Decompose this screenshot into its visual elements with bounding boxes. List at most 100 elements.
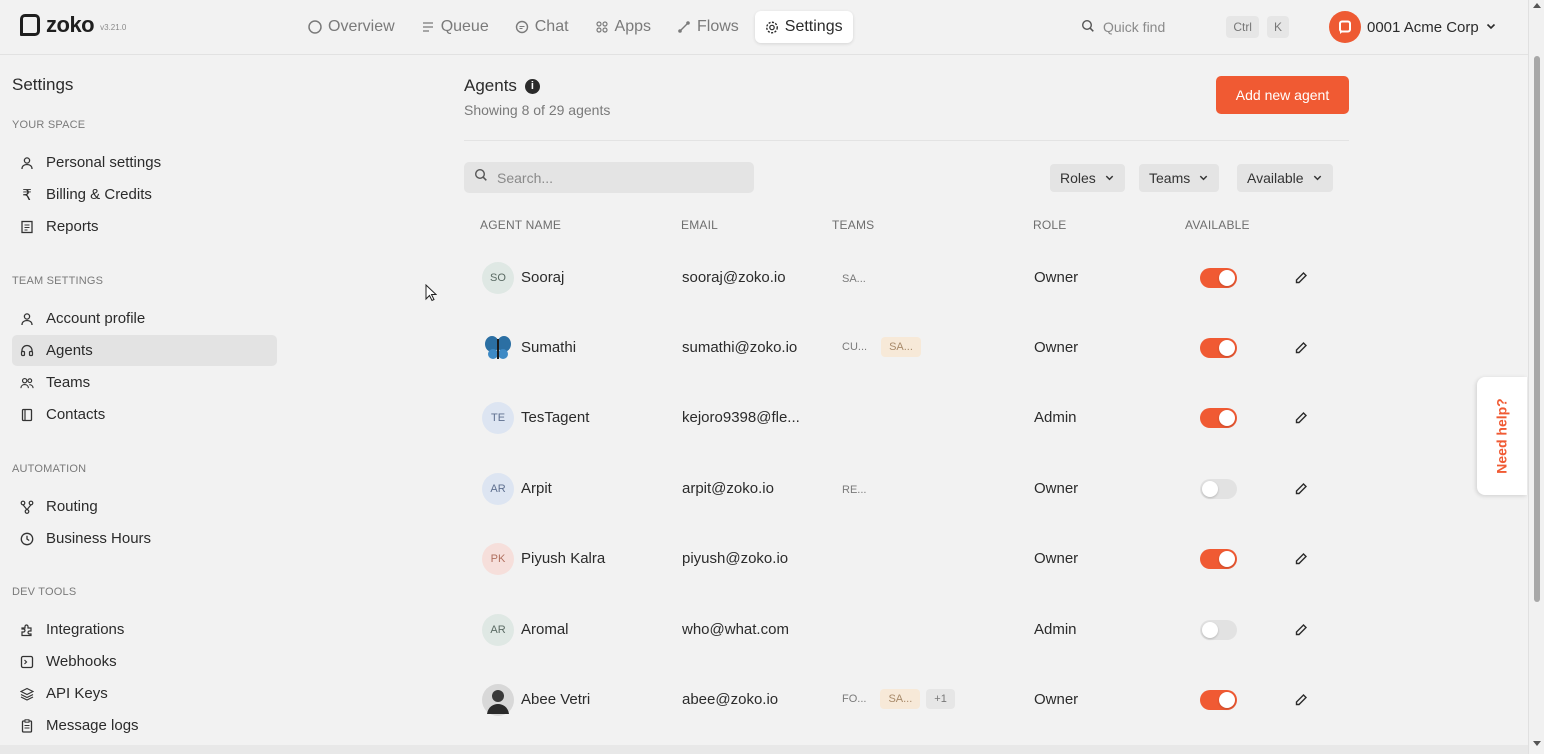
availability-toggle[interactable] [1200, 690, 1237, 710]
nav-apps[interactable]: Apps [585, 11, 661, 43]
photo-avatar [482, 684, 514, 716]
need-help-label: Need help? [1494, 398, 1510, 474]
sidebar-item-personal-settings[interactable]: Personal settings [12, 147, 277, 178]
horizontal-scrollbar[interactable] [0, 745, 1528, 754]
account-switcher[interactable]: 0001 Acme Corp [1329, 11, 1497, 43]
table-row[interactable]: AR Aromal who@what.com Admin [480, 614, 1349, 684]
team-chip: SA... [842, 273, 866, 285]
sidebar-item-integrations[interactable]: Integrations [12, 614, 277, 645]
add-new-agent-button[interactable]: Add new agent [1216, 76, 1349, 114]
table-row[interactable]: AR Arpit arpit@zoko.io RE... Owner [480, 473, 1349, 543]
sidebar-item-agents[interactable]: Agents [12, 335, 277, 366]
pencil-icon[interactable] [1293, 340, 1309, 356]
search-input[interactable] [497, 169, 737, 186]
pencil-icon[interactable] [1293, 410, 1309, 426]
sidebar-item-label: Personal settings [46, 154, 162, 171]
nav-queue-label: Queue [440, 18, 489, 35]
agent-role: Owner [1034, 480, 1079, 497]
quick-find[interactable]: Quick find Ctrl K [1071, 12, 1289, 42]
table-row[interactable]: SO Sooraj sooraj@zoko.io SA... Owner [480, 262, 1349, 332]
agent-search[interactable] [464, 162, 754, 193]
agent-email: piyush@zoko.io [682, 550, 789, 567]
table-row[interactable]: TE TesTagent kejoro9398@fle... Admin [480, 402, 1349, 472]
sidebar-item-contacts[interactable]: Contacts [12, 399, 277, 430]
agent-name: Aromal [521, 621, 569, 638]
availability-toggle[interactable] [1200, 338, 1237, 358]
agents-count: Showing 8 of 29 agents [464, 102, 611, 118]
pencil-icon[interactable] [1293, 481, 1309, 497]
sidebar-item-account-profile[interactable]: Account profile [12, 303, 277, 334]
sidebar-item-business-hours[interactable]: Business Hours [12, 523, 277, 554]
section-automation: AUTOMATION [12, 463, 87, 475]
availability-toggle[interactable] [1200, 549, 1237, 569]
account-avatar [1329, 11, 1361, 43]
brand-logo[interactable]: zoko v3.21.0 [20, 14, 126, 36]
nav-flows[interactable]: Flows [667, 11, 749, 43]
column-header-agent-name[interactable]: AGENT NAME [480, 218, 561, 232]
pencil-icon[interactable] [1293, 622, 1309, 638]
availability-toggle[interactable] [1200, 620, 1237, 640]
availability-toggle[interactable] [1200, 268, 1237, 288]
agent-role: Owner [1034, 691, 1079, 708]
column-header-available[interactable]: AVAILABLE [1185, 218, 1250, 232]
scroll-down-icon[interactable] [1533, 741, 1541, 746]
brand-version: v3.21.0 [100, 23, 127, 32]
sidebar-item-billing[interactable]: ₹ Billing & Credits [12, 179, 277, 210]
scroll-thumb[interactable] [1534, 56, 1540, 602]
sidebar-item-label: Account profile [46, 310, 146, 327]
vertical-scrollbar[interactable] [1528, 0, 1544, 754]
column-header-role[interactable]: ROLE [1033, 218, 1066, 232]
sidebar-item-routing[interactable]: Routing [12, 491, 277, 522]
roles-filter[interactable]: Roles [1050, 164, 1125, 192]
sidebar-item-label: Teams [46, 374, 91, 391]
nav-apps-label: Apps [614, 18, 651, 35]
butterfly-avatar [482, 332, 514, 364]
nav-queue[interactable]: Queue [411, 11, 499, 43]
sidebar-item-teams[interactable]: Teams [12, 367, 277, 398]
search-icon [1081, 19, 1095, 36]
teams-filter[interactable]: Teams [1139, 164, 1220, 192]
availability-toggle[interactable] [1200, 408, 1237, 428]
need-help-tab[interactable]: Need help? [1477, 377, 1527, 495]
sidebar-item-webhooks[interactable]: Webhooks [12, 646, 277, 677]
more-teams-chip[interactable]: +1 [926, 689, 955, 709]
chevron-down-icon [1198, 170, 1209, 186]
agent-teams: CU... SA... [834, 337, 921, 357]
availability-toggle[interactable] [1200, 479, 1237, 499]
column-header-email[interactable]: EMAIL [681, 218, 718, 232]
team-chip: SA... [880, 689, 921, 709]
table-row[interactable]: Abee Vetri abee@zoko.io FO... SA... +1 O… [480, 684, 1349, 754]
sidebar-item-reports[interactable]: Reports [12, 211, 277, 242]
page-title: Agents i [464, 76, 540, 96]
sidebar-item-api-keys[interactable]: API Keys [12, 678, 277, 709]
agent-teams: SA... [834, 269, 874, 289]
agent-name: Abee Vetri [521, 691, 591, 708]
agent-role: Owner [1034, 339, 1079, 356]
info-icon[interactable]: i [524, 78, 540, 94]
sidebar-item-message-logs[interactable]: Message logs [12, 710, 277, 741]
puzzle-icon [20, 623, 34, 637]
nav-flows-label: Flows [697, 18, 739, 35]
team-chip: FO... [842, 693, 867, 705]
clock-icon [20, 532, 34, 546]
nav-settings[interactable]: Settings [754, 11, 853, 43]
pencil-icon[interactable] [1293, 692, 1309, 708]
table-row[interactable]: PK Piyush Kalra piyush@zoko.io Owner [480, 543, 1349, 613]
team-chip: CU... [842, 341, 868, 353]
pencil-icon[interactable] [1293, 270, 1309, 286]
nav-chat[interactable]: Chat [505, 11, 579, 43]
sidebar-item-label: Contacts [46, 406, 106, 423]
nav-overview[interactable]: Overview [298, 11, 405, 43]
avatar: AR [482, 473, 514, 505]
agent-name: Sumathi [521, 339, 577, 356]
available-filter[interactable]: Available [1237, 164, 1333, 192]
pencil-icon[interactable] [1293, 551, 1309, 567]
column-header-teams[interactable]: TEAMS [832, 218, 874, 232]
chevron-down-icon [1485, 19, 1497, 36]
ctrl-key-hint: Ctrl [1226, 16, 1259, 38]
table-row[interactable]: Sumathi sumathi@zoko.io CU... SA... Owne… [480, 332, 1349, 402]
agent-name: Piyush Kalra [521, 550, 606, 567]
layers-icon [20, 687, 34, 701]
user-icon [20, 156, 34, 170]
scroll-up-icon[interactable] [1533, 3, 1541, 8]
